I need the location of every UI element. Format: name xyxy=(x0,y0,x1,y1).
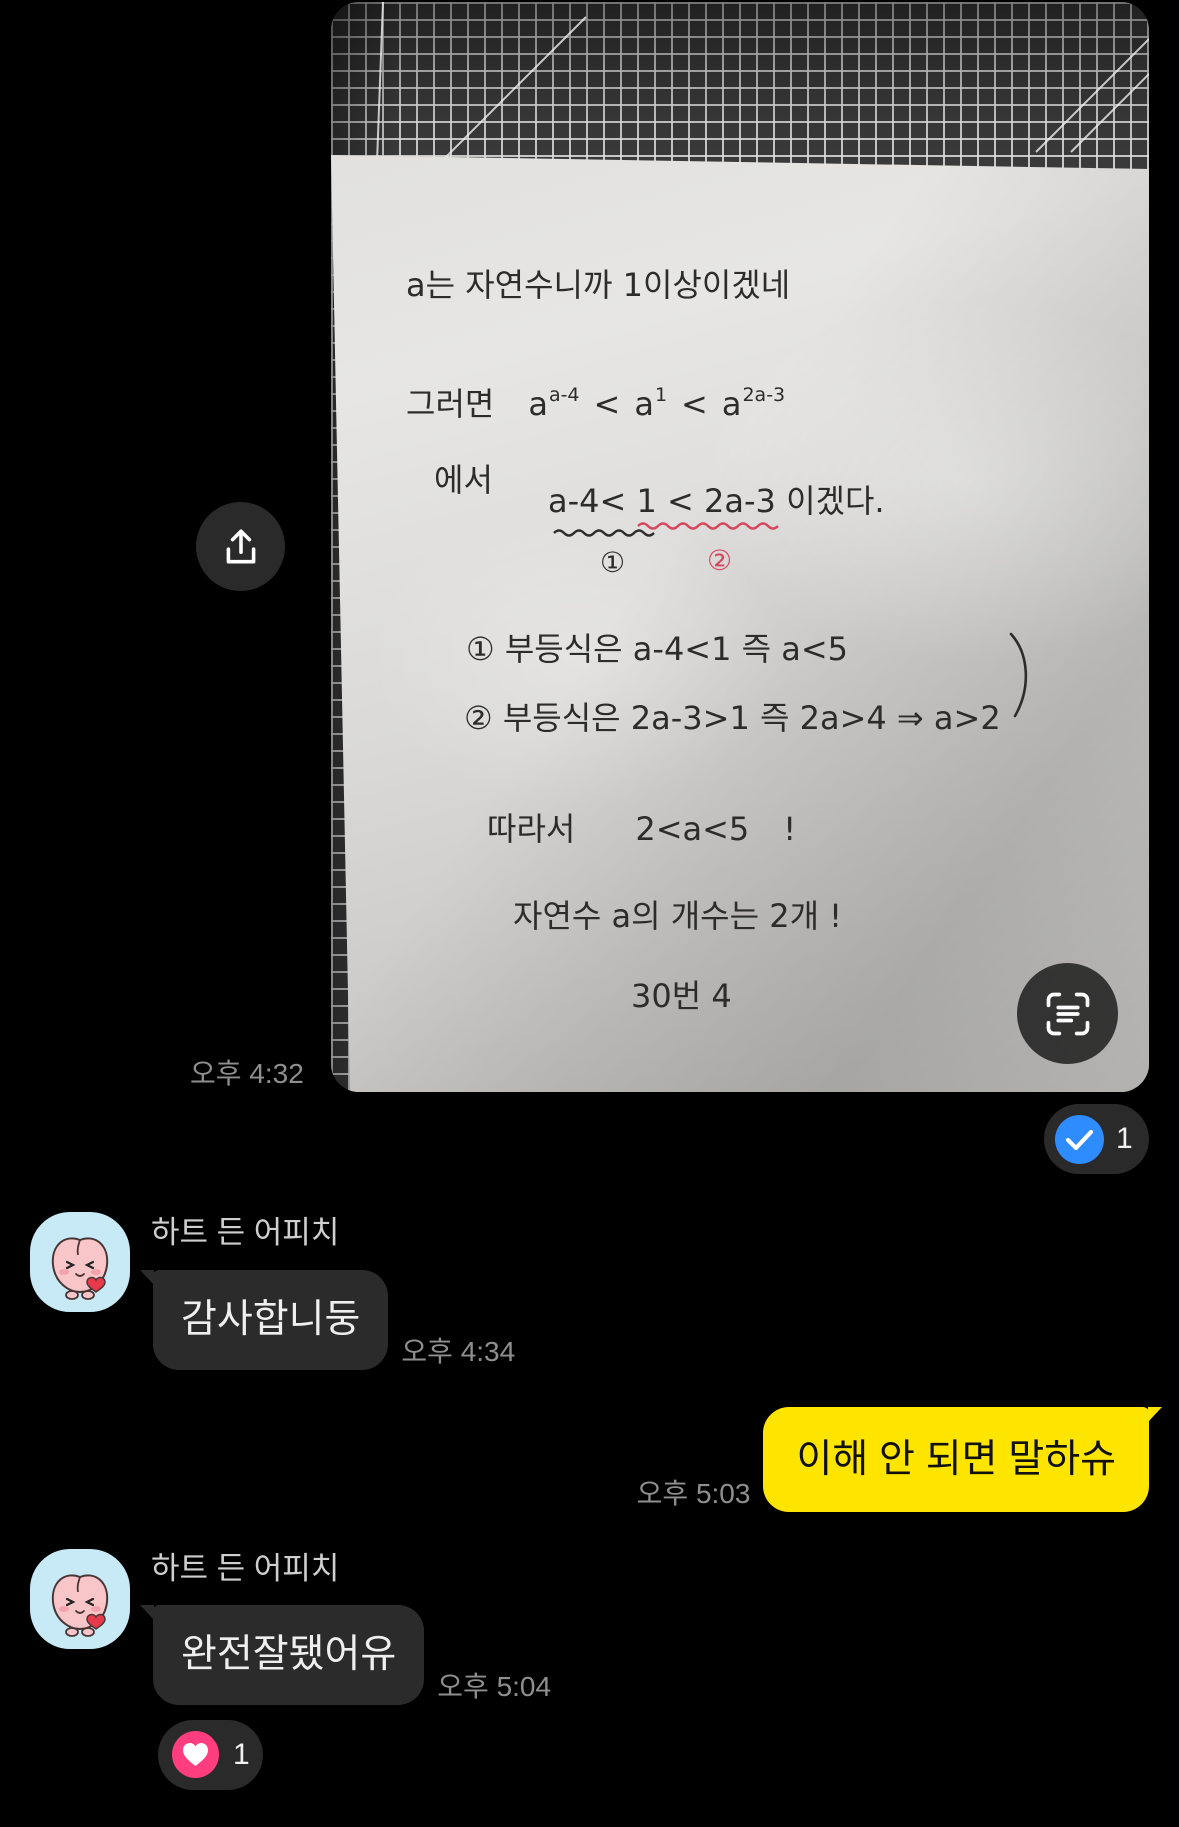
note-term-base: a xyxy=(528,385,548,423)
heart-icon xyxy=(172,1731,219,1778)
note-term-exponent: 2a-3 xyxy=(742,384,786,406)
note-line-8: 자연수 a의 개수는 2개 ! xyxy=(513,897,843,935)
message-time: 오후 5:03 xyxy=(636,1478,751,1509)
sender-name: 하트 든 어피치 xyxy=(151,1551,340,1586)
message-bubble[interactable]: 완전잘됐어유 xyxy=(139,1605,425,1705)
reaction-count: 1 xyxy=(1116,1122,1133,1155)
note-line-7: 따라서 2<a<5! xyxy=(487,813,796,845)
note-line-3: 에서 xyxy=(434,461,493,499)
reaction-count: 1 xyxy=(233,1738,250,1771)
note-line-9: 30번 4 xyxy=(631,977,732,1015)
text-scan-icon xyxy=(1046,992,1089,1035)
message-time: 오후 5:04 xyxy=(437,1671,552,1702)
apeach-avatar-icon xyxy=(51,1237,109,1300)
bracket-mark xyxy=(1009,632,1028,718)
text-scan-button[interactable] xyxy=(1017,963,1118,1064)
circled-mark-1: ① xyxy=(600,546,626,579)
note-operator: < xyxy=(681,385,708,423)
apeach-avatar-icon xyxy=(51,1574,109,1637)
note-term-exponent: 1 xyxy=(654,384,668,406)
note-term-exponent: a-4 xyxy=(548,384,580,406)
check-icon xyxy=(1055,1115,1104,1164)
photo-attachment[interactable]: a는 자연수니까 1이상이겠네 그러면 aa-4 < a1 < a2a-3 에서 a-4<… xyxy=(331,2,1149,1092)
circled-mark-2: ② xyxy=(707,544,733,577)
note-line-5: ① 부등식은 a-4<1 즉 a<5 xyxy=(466,630,849,668)
message-bubble-mine[interactable]: 이해 안 되면 말하슈 xyxy=(763,1407,1162,1512)
note-operator: < xyxy=(593,385,621,423)
message-time: 오후 4:32 xyxy=(190,1058,304,1089)
message-row: 감사합니둥 오후 4:34 xyxy=(139,1270,516,1370)
sender-avatar[interactable] xyxy=(30,1549,130,1649)
note-expression: 2<a<5 xyxy=(635,810,750,848)
message-row-mine: 오후 5:03 이해 안 되면 말하슈 xyxy=(636,1407,1162,1512)
reaction-chip[interactable]: 1 xyxy=(1044,1104,1149,1174)
wavy-underline xyxy=(553,522,779,537)
note-term-base: a xyxy=(634,385,654,423)
sender-name: 하트 든 어피치 xyxy=(151,1215,340,1250)
sender-avatar[interactable] xyxy=(30,1212,130,1312)
share-button[interactable] xyxy=(196,502,285,591)
note-word: 따라서 xyxy=(487,810,576,848)
reaction-chip[interactable]: 1 xyxy=(158,1720,263,1790)
share-icon xyxy=(226,528,255,563)
note-exclamation: ! xyxy=(783,810,797,848)
note-term-base: a xyxy=(721,385,742,423)
note-line-2: 그러면 aa-4 < a1 < a2a-3 xyxy=(406,385,785,423)
message-bubble[interactable]: 감사합니둥 xyxy=(139,1270,389,1370)
handwritten-note: a는 자연수니까 1이상이겠네 그러면 aa-4 < a1 < a2a-3 에서 a-4<… xyxy=(331,2,1149,1092)
note-line-1: a는 자연수니까 1이상이겠네 xyxy=(406,266,791,304)
message-time: 오후 4:34 xyxy=(401,1336,516,1367)
message-row: 완전잘됐어유 오후 5:04 xyxy=(139,1605,552,1705)
note-word: 그러면 xyxy=(406,385,495,423)
note-line-4: a-4< 1 < 2a-3 이겠다. xyxy=(548,482,885,520)
note-line-6: ② 부등식은 2a-3>1 즉 2a>4 ⇒ a>2 xyxy=(464,699,1001,737)
